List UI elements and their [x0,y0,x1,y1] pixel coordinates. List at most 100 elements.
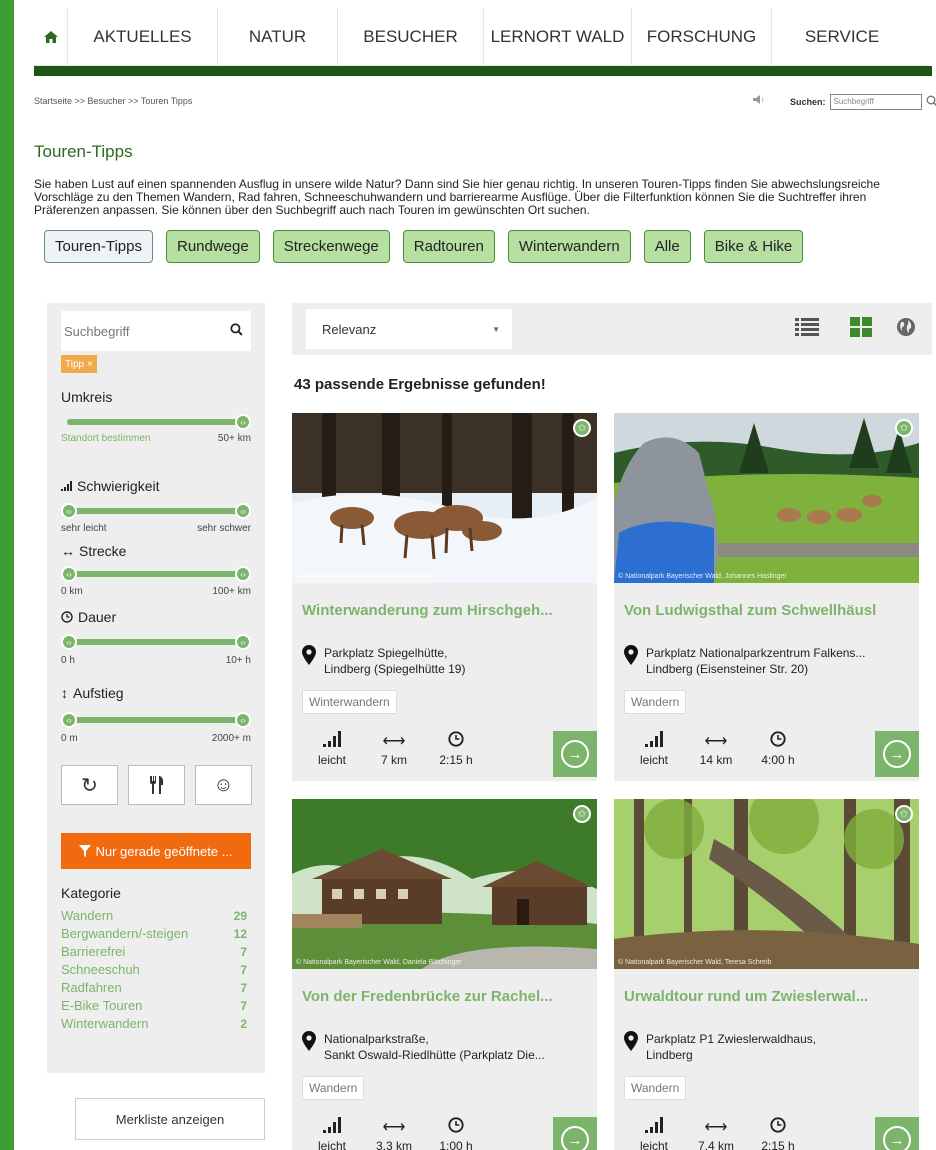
tour-location-line1: Parkplatz Spiegelhütte, [324,646,448,660]
search-label: Suchen: [790,97,826,107]
tour-card[interactable]: © Nationalpark Bayerischer Wald, Daniela… [292,799,597,1150]
slider-handle-icon[interactable]: ‹› [235,414,251,430]
favorite-star-icon[interactable]: ✩ [573,805,591,823]
umkreis-slider[interactable]: ‹› [61,414,251,430]
open-tour-button[interactable]: → [553,1117,597,1150]
nav-item-forschung[interactable]: FORSCHUNG [632,8,772,66]
sort-select[interactable]: Relevanz ▼ [306,309,512,349]
slider-handle-icon[interactable]: ‹› [61,634,77,650]
search-icon[interactable] [926,95,936,110]
tour-title[interactable]: Von der Fredenbrücke zur Rachel... [302,988,592,1005]
nav-item-lernort-wald[interactable]: LERNORT WALD [484,8,632,66]
sort-selected: Relevanz [322,321,377,337]
tour-category-tag: Wandern [624,690,687,714]
tour-card[interactable]: © Nationalpark Bayerischer Wald, Johanne… [614,413,919,781]
tour-title[interactable]: Von Ludwigsthal zum Schwellhäusl [624,602,914,619]
tour-location-line2: Lindberg [646,1048,693,1062]
slider-handle-icon[interactable]: ‹› [235,503,251,519]
nav-item-aktuelles[interactable]: AKTUELLES [68,8,218,66]
favorite-star-icon[interactable]: ✩ [895,419,913,437]
schwierigkeit-slider[interactable]: ‹› ‹› [61,503,251,519]
tour-difficulty: leicht [317,1139,346,1150]
tab-winterwandern[interactable]: Winterwandern [507,230,631,263]
result-count: 43 passende Ergebnisse gefunden! [294,376,546,393]
category-item[interactable]: Winterwandern 2 [61,1015,247,1033]
standort-bestimmen-link[interactable]: Standort bestimmen [61,433,151,444]
dauer-label: Dauer [78,609,117,625]
location-pin-icon [302,645,316,677]
umkreis-label: Umkreis [61,389,113,405]
tour-image[interactable]: © Nationalpark Bayerischer Wald, Johanne… [614,413,919,583]
slider-handle-icon[interactable]: ‹› [235,634,251,650]
aufstieg-slider[interactable]: ‹› ‹› [61,712,251,728]
globe-icon[interactable] [896,317,916,343]
category-item[interactable]: Bergwandern/-steigen 12 [61,925,247,943]
distance-icon: ⟷ [704,733,728,750]
list-view-icon[interactable] [795,317,819,343]
tour-card[interactable]: © Nationalparkverwaltung Bayerischer Wal… [292,413,597,781]
nav-item-natur[interactable]: NATUR [218,8,338,66]
tab-bike-hike[interactable]: Bike & Hike [703,230,804,263]
tour-image[interactable]: © Nationalpark Bayerischer Wald, Teresa … [614,799,919,969]
slider-handle-icon[interactable]: ‹› [61,503,77,519]
tour-image[interactable]: © Nationalparkverwaltung Bayerischer Wal… [292,413,597,583]
slider-handle-icon[interactable]: ‹› [61,712,77,728]
favorite-star-icon[interactable]: ✩ [573,419,591,437]
tab-touren-tipps[interactable]: Touren-Tipps [44,230,153,263]
tab-rundwege[interactable]: Rundwege [165,230,260,263]
tour-card[interactable]: © Nationalpark Bayerischer Wald, Teresa … [614,799,919,1150]
strecke-slider[interactable]: ‹› ‹› [61,566,251,582]
nav-item-besucher[interactable]: BESUCHER [338,8,484,66]
nur-geoeffnete-button[interactable]: Nur gerade geöffnete ... [61,833,251,869]
smiley-icon[interactable]: ☺ [195,765,252,805]
sidebar-search-input[interactable]: Suchbegriff [61,311,251,351]
grid-view-icon[interactable] [850,317,872,343]
tour-title[interactable]: Urwaldtour rund um Zwieslerwal... [624,988,914,1005]
open-tour-button[interactable]: → [553,731,597,777]
top-search-input[interactable]: Suchbegriff [829,94,922,110]
distance-icon: ↔ [61,543,75,559]
dauer-max: 10+ h [225,655,251,666]
breadcrumb[interactable]: Startseite >> Besucher >> Touren Tipps [34,96,192,106]
category-item[interactable]: Barrierefrei 7 [61,943,247,961]
main-nav: AKTUELLES NATUR BESUCHER LERNORT WALD FO… [34,8,930,66]
restaurant-icon[interactable] [128,765,185,805]
slider-handle-icon[interactable]: ‹› [61,566,77,582]
nav-underline [34,66,932,76]
tab-alle[interactable]: Alle [643,230,691,263]
dauer-slider[interactable]: ‹› ‹› [61,634,251,650]
category-item[interactable]: Schneeschuh 7 [61,961,247,979]
open-tour-button[interactable]: → [875,1117,919,1150]
reset-icon[interactable]: ↻ [61,765,118,805]
filter-icon [79,845,92,857]
nav-item-service[interactable]: SERVICE [772,8,912,66]
slider-handle-icon[interactable]: ‹› [235,566,251,582]
home-icon[interactable] [34,8,68,66]
nur-geoeffnete-label: Nur gerade geöffnete ... [95,843,233,859]
search-icon[interactable] [230,322,243,340]
category-item[interactable]: Wandern 29 [61,907,247,925]
favorite-star-icon[interactable]: ✩ [895,805,913,823]
tour-image[interactable]: © Nationalpark Bayerischer Wald, Daniela… [292,799,597,969]
arrow-right-icon: → [883,740,911,768]
slider-handle-icon[interactable]: ‹› [235,712,251,728]
image-credit: © Nationalparkverwaltung Bayerischer Wal… [296,573,433,580]
tab-radtouren[interactable]: Radtouren [402,230,495,263]
category-item[interactable]: E-Bike Touren 7 [61,997,247,1015]
distance-icon: ⟷ [382,1119,406,1136]
strecke-max: 100+ km [212,586,251,597]
tour-title[interactable]: Winterwanderung zum Hirschgeh... [302,602,592,619]
filter-tag-tipp[interactable]: Tipp × [61,355,97,373]
speaker-icon[interactable] [752,94,766,108]
tour-distance: 3,3 km [376,1139,413,1150]
merkliste-button[interactable]: Merkliste anzeigen [75,1098,265,1140]
schwierigkeit-max: sehr schwer [197,523,251,534]
tab-streckenwege[interactable]: Streckenwege [272,230,390,263]
tour-duration: 2:15 h [761,1139,795,1150]
clock-icon [770,1117,786,1139]
tour-category-tag: Winterwandern [302,690,397,714]
ascent-icon: ↕ [61,685,68,701]
open-tour-button[interactable]: → [875,731,919,777]
top-search: Suchen: Suchbegriff [790,94,936,110]
category-item[interactable]: Radfahren 7 [61,979,247,997]
